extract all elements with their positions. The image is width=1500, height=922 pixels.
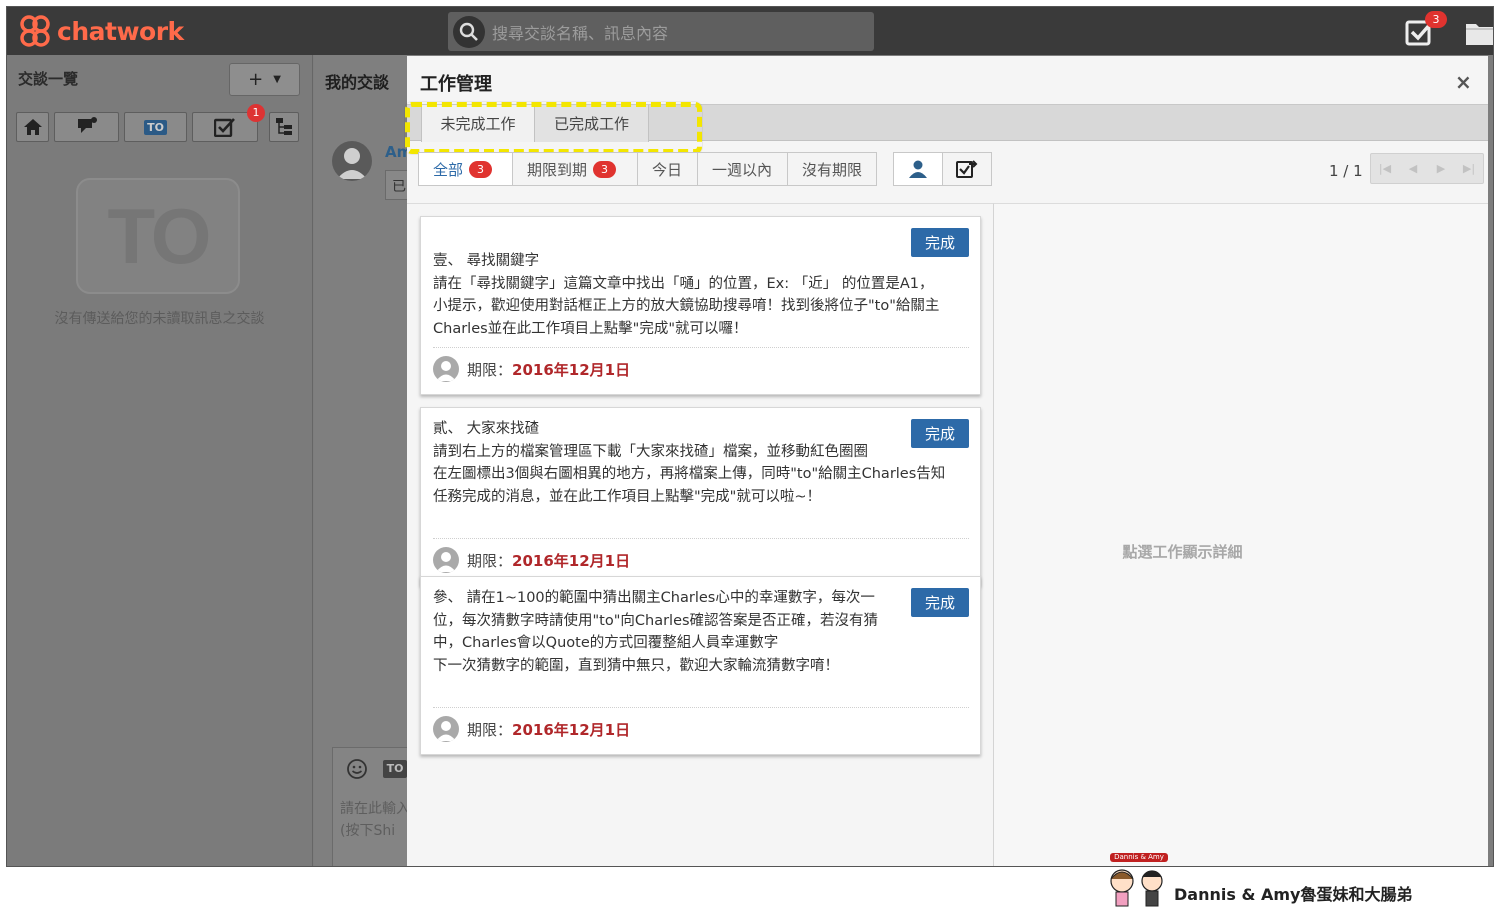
task-card[interactable]: 完成 參、 請在1~100的範圍中猜出關主Charles心中的幸運數字，每次一 …	[420, 576, 981, 755]
mention-icon	[77, 117, 97, 133]
dialog-title: 工作管理	[420, 74, 492, 95]
task-count-badge: 3	[1425, 11, 1447, 28]
last-page-icon[interactable]: ▶|	[1455, 154, 1483, 183]
task-card[interactable]: 完成 壹、 尋找關鍵字 請在「尋找關鍵字」這篇文章中找出「嗵」的位置，Ex: 「…	[420, 216, 981, 395]
home-icon	[23, 119, 42, 135]
chatwork-logo[interactable]: chatwork	[17, 13, 184, 49]
add-icon: +	[248, 69, 264, 90]
filter-all-button[interactable]: 全部 3	[418, 152, 513, 186]
filter-today-button[interactable]: 今日	[637, 152, 698, 186]
user-icon	[436, 552, 456, 572]
user-icon	[337, 148, 367, 179]
next-page-icon[interactable]: ▶	[1427, 154, 1455, 183]
pager: |◀ ◀ ▶ ▶|	[1370, 153, 1484, 184]
search-placeholder: 搜尋交談名稱、訊息內容	[492, 23, 669, 43]
task-card[interactable]: 完成 貳、 大家來找碴 請到右上方的檔案管理區下載「大家來找碴」檔案，並移動紅色…	[420, 407, 981, 586]
first-page-icon[interactable]: |◀	[1371, 154, 1399, 183]
avatar[interactable]	[433, 356, 459, 382]
add-room-button[interactable]: + ▼	[229, 63, 300, 96]
user-icon	[436, 361, 456, 381]
task-body: 壹、 尋找關鍵字 請在「尋找關鍵字」這篇文章中找出「嗵」的位置，Ex: 「近」 …	[433, 253, 940, 337]
task-filter-bar: 全部 3 期限到期 3 今日 一週以內 沒有期限	[418, 152, 877, 186]
task-body: 貳、 大家來找碴 請到右上方的檔案管理區下載「大家來找碴」檔案，並移動紅色圈圈 …	[433, 421, 946, 505]
to-icon: TO	[144, 119, 167, 135]
filter-home-button[interactable]	[16, 112, 49, 142]
chat-panel: 我的交談 Am 已 TO 請在此輸入 (按下Shi	[314, 55, 425, 866]
divider	[433, 347, 969, 348]
user-icon	[436, 721, 456, 741]
room-filter-bar: TO 1	[16, 104, 265, 142]
avatar[interactable]	[332, 141, 372, 181]
divider	[433, 707, 969, 708]
assignee-filter-bar	[893, 152, 992, 186]
avatar[interactable]	[433, 547, 459, 573]
tree-list-icon	[276, 118, 292, 135]
task-assign-icon	[956, 160, 978, 178]
task-detail-panel: 點選工作顯示詳細	[994, 203, 1488, 866]
assigned-by-me-button[interactable]	[942, 152, 992, 186]
close-icon[interactable]: ×	[1455, 70, 1472, 94]
my-tasks-button[interactable]	[893, 152, 943, 186]
task-management-dialog: 工作管理 × 未完成工作 已完成工作 全部 3 期限到期 3 今日 一週以內 沒…	[404, 56, 1488, 866]
filter-to-button[interactable]: TO	[124, 112, 187, 142]
page-indicator: 1 / 1	[1329, 162, 1363, 180]
search-input[interactable]: 搜尋交談名稱、訊息內容	[448, 12, 874, 51]
filter-task-button[interactable]: 1	[192, 104, 265, 142]
divider	[433, 538, 969, 539]
search-icon	[453, 15, 485, 48]
task-filter-badge: 1	[247, 104, 265, 122]
due-date: 2016年12月1日	[512, 551, 631, 570]
top-bar: chatwork 搜尋交談名稱、訊息內容 3	[7, 7, 1494, 55]
watermark-text: Dannis & Amy魯蛋妹和大腸弟	[1174, 885, 1413, 904]
chevron-down-icon: ▼	[273, 74, 281, 85]
avatar[interactable]	[433, 716, 459, 742]
due-date: 2016年12月1日	[512, 360, 631, 379]
to-button[interactable]: TO	[383, 760, 407, 778]
chat-title: 我的交談	[325, 73, 390, 92]
task-list: 完成 壹、 尋找關鍵字 請在「尋找關鍵字」這篇文章中找出「嗵」的位置，Ex: 「…	[407, 203, 994, 866]
task-check-icon	[214, 118, 235, 137]
task-tab-bar: 未完成工作 已完成工作	[404, 101, 1488, 155]
cartoon-characters-logo	[1110, 869, 1163, 907]
category-tree-button[interactable]	[269, 112, 299, 142]
room-list-title: 交談一覽	[18, 70, 79, 88]
highlight-annotation	[404, 101, 703, 155]
filter-overdue-button[interactable]: 期限到期 3	[512, 152, 638, 186]
prev-page-icon[interactable]: ◀	[1399, 154, 1427, 183]
emoticon-icon[interactable]	[346, 758, 368, 780]
app-window: chatwork 搜尋交談名稱、訊息內容 3 交談一覽 + ▼ TO 1 TO …	[6, 6, 1494, 867]
empty-room-message: 沒有傳送給您的未讀取訊息之交談	[54, 311, 265, 327]
complete-task-button[interactable]: 完成	[911, 588, 969, 617]
filter-this-week-button[interactable]: 一週以內	[697, 152, 788, 186]
to-large-icon: TO	[76, 178, 240, 294]
task-body: 參、 請在1~100的範圍中猜出關主Charles心中的幸運數字，每次一 位，每…	[433, 590, 879, 674]
due-date: 2016年12月1日	[512, 720, 631, 739]
detail-placeholder-text: 點選工作顯示詳細	[1122, 543, 1243, 561]
filter-no-deadline-button[interactable]: 沒有期限	[787, 152, 877, 186]
chatwork-logo-icon	[20, 15, 50, 47]
task-deadline: 期限： 2016年12月1日	[433, 716, 630, 742]
task-deadline: 期限： 2016年12月1日	[433, 547, 630, 573]
task-deadline: 期限： 2016年12月1日	[433, 356, 630, 382]
folder-icon[interactable]	[1465, 20, 1494, 46]
filter-count-badge: 3	[469, 160, 493, 178]
room-list-sidebar: 交談一覽 + ▼ TO 1 TO 沒有傳送給您的未讀取訊息之交談	[7, 55, 313, 866]
filter-count-badge: 3	[593, 160, 617, 178]
user-icon	[909, 160, 927, 178]
watermark: Dannis & Amy Dannis & Amy魯蛋妹和大腸弟	[1104, 853, 1412, 913]
logo-text: chatwork	[57, 16, 184, 46]
filter-unread-button[interactable]	[54, 112, 119, 142]
